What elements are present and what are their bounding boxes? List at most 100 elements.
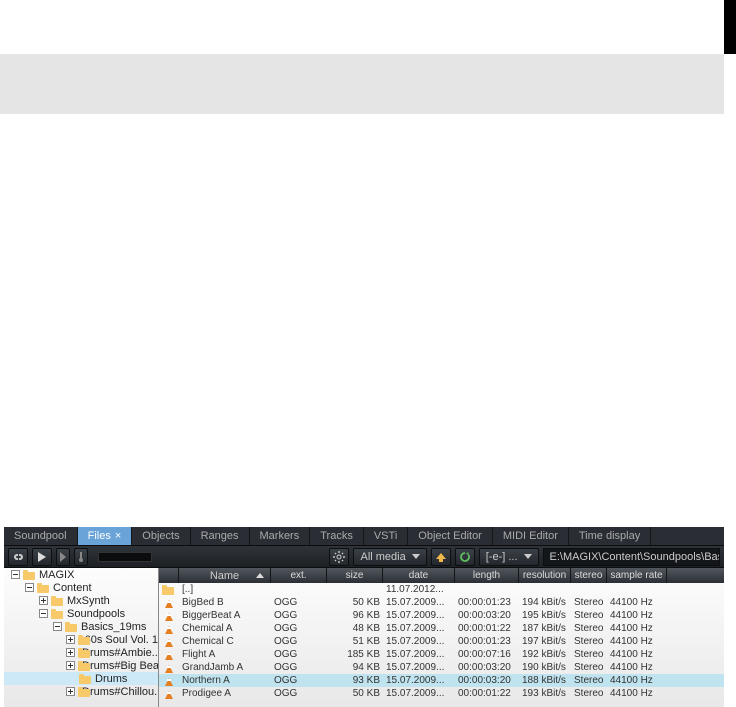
expand-icon[interactable]: [66, 648, 75, 658]
file-rows[interactable]: [..]11.07.2012...BigBed BOGG50 KB15.07.2…: [159, 583, 724, 707]
expand-icon[interactable]: [38, 609, 48, 619]
refresh-button[interactable]: [455, 548, 475, 566]
sort-asc-icon: [256, 573, 264, 578]
tree-label: Drums#Big Bea...: [82, 660, 159, 672]
tab-markers[interactable]: Markers: [250, 527, 311, 545]
tree-item[interactable]: Drums#Chillou...: [4, 685, 158, 698]
tab-tracks[interactable]: Tracks: [310, 527, 364, 545]
cell: 00:00:01:23: [455, 597, 519, 608]
cell: 51 KB: [327, 636, 383, 647]
file-row[interactable]: Prodigee AOGG50 KB15.07.2009...00:00:01:…: [159, 687, 724, 700]
cell: 94 KB: [327, 662, 383, 673]
media-file-icon: [159, 650, 179, 660]
progress-bar[interactable]: [98, 552, 152, 562]
tree-item[interactable]: MxSynth: [4, 594, 158, 607]
file-row[interactable]: BiggerBeat AOGG96 KB15.07.2009...00:00:0…: [159, 609, 724, 622]
col-stereo[interactable]: stereo: [571, 568, 607, 583]
col-ext[interactable]: ext.: [271, 568, 327, 583]
expand-icon[interactable]: [24, 583, 34, 593]
media-filter-label: All media: [360, 551, 405, 563]
cell: 188 kBit/s: [519, 675, 571, 686]
link-icon[interactable]: [8, 548, 28, 566]
tree-label: Drums#Ambie...: [82, 647, 159, 659]
cell: 15.07.2009...: [383, 688, 455, 699]
file-row[interactable]: [..]11.07.2012...: [159, 583, 724, 596]
file-row[interactable]: Chemical COGG51 KB15.07.2009...00:00:01:…: [159, 635, 724, 648]
path-field[interactable]: E:\MAGIX\Content\Soundpools\Bas: [543, 548, 720, 566]
cell: OGG: [271, 597, 327, 608]
tab-files[interactable]: Files×: [78, 527, 133, 545]
cell: Stereo: [571, 688, 607, 699]
tab-timedisplay[interactable]: Time display: [569, 527, 651, 545]
column-headers[interactable]: Name ext. size date length resolution st…: [159, 568, 724, 583]
tab-soundpool[interactable]: Soundpool: [4, 527, 78, 545]
cell: Stereo: [571, 649, 607, 660]
media-filter-dropdown[interactable]: All media: [353, 548, 426, 566]
col-resolution[interactable]: resolution: [519, 568, 571, 583]
expand-icon[interactable]: [38, 596, 48, 606]
folder-tree[interactable]: MAGIXContentMxSynthSoundpoolsBasics_19ms…: [4, 568, 159, 707]
file-row[interactable]: Flight AOGG185 KB15.07.2009...00:00:07:1…: [159, 648, 724, 661]
cell: OGG: [271, 610, 327, 621]
file-row[interactable]: Northern AOGG93 KB15.07.2009...00:00:03:…: [159, 674, 724, 687]
cell: 197 kBit/s: [519, 636, 571, 647]
file-row[interactable]: GrandJamb AOGG94 KB15.07.2009...00:00:03…: [159, 661, 724, 674]
tree-item[interactable]: Drums#Big Bea...: [4, 659, 158, 672]
expand-icon[interactable]: [66, 635, 75, 645]
tree-item[interactable]: Content: [4, 581, 158, 594]
tree-item[interactable]: 60s Soul Vol. 1: [4, 633, 158, 646]
col-size[interactable]: size: [327, 568, 383, 583]
tree-item[interactable]: Soundpools: [4, 607, 158, 620]
tree-item[interactable]: Drums#Ambie...: [4, 646, 158, 659]
col-date[interactable]: date: [383, 568, 455, 583]
expand-icon[interactable]: [52, 622, 62, 632]
col-rate[interactable]: sample rate: [607, 568, 667, 583]
settings-button[interactable]: [329, 548, 349, 566]
chevron-down-icon: [524, 554, 532, 559]
autoplay-toggle[interactable]: [56, 548, 70, 566]
folder-icon: [23, 570, 35, 580]
drive-dropdown[interactable]: [-e-] ...: [479, 548, 539, 566]
cell: 44100 Hz: [607, 623, 667, 634]
cell: 192 kBit/s: [519, 649, 571, 660]
cell: 44100 Hz: [607, 688, 667, 699]
cell: 190 kBit/s: [519, 662, 571, 673]
expand-icon[interactable]: [10, 570, 20, 580]
media-file-icon: [159, 663, 179, 673]
tree-item[interactable]: Basics_19ms: [4, 620, 158, 633]
cell: OGG: [271, 662, 327, 673]
col-name[interactable]: Name: [179, 568, 271, 583]
col-icon[interactable]: [159, 568, 179, 583]
tree-item[interactable]: Drums: [4, 672, 158, 685]
expand-icon[interactable]: [66, 674, 76, 684]
close-icon[interactable]: ×: [115, 530, 121, 542]
pin-toggle[interactable]: [74, 548, 88, 566]
file-row[interactable]: BigBed BOGG50 KB15.07.2009...00:00:01:23…: [159, 596, 724, 609]
cell: [..]: [179, 584, 271, 595]
expand-icon[interactable]: [66, 687, 75, 697]
cell: 15.07.2009...: [383, 623, 455, 634]
media-file-icon: [159, 598, 179, 608]
media-file-icon: [159, 637, 179, 647]
cell: 44100 Hz: [607, 675, 667, 686]
play-button[interactable]: [32, 548, 52, 566]
chevron-down-icon: [412, 554, 420, 559]
expand-icon[interactable]: [66, 661, 75, 671]
tab-objects[interactable]: Objects: [132, 527, 190, 545]
tree-label: 60s Soul Vol. 1: [85, 634, 158, 646]
tab-ranges[interactable]: Ranges: [191, 527, 250, 545]
col-length[interactable]: length: [455, 568, 519, 583]
tab-objecteditor[interactable]: Object Editor: [408, 527, 493, 545]
cell: 50 KB: [327, 597, 383, 608]
file-row[interactable]: Chemical AOGG48 KB15.07.2009...00:00:01:…: [159, 622, 724, 635]
cell: 00:00:01:22: [455, 623, 519, 634]
cell: Flight A: [179, 649, 271, 660]
cell: 193 kBit/s: [519, 688, 571, 699]
tree-item[interactable]: MAGIX: [4, 568, 158, 581]
cell: OGG: [271, 649, 327, 660]
cell: Northern A: [179, 675, 271, 686]
cell: Stereo: [571, 636, 607, 647]
up-folder-button[interactable]: [431, 548, 451, 566]
tab-midieditor[interactable]: MIDI Editor: [493, 527, 569, 545]
tab-vsti[interactable]: VSTi: [364, 527, 408, 545]
